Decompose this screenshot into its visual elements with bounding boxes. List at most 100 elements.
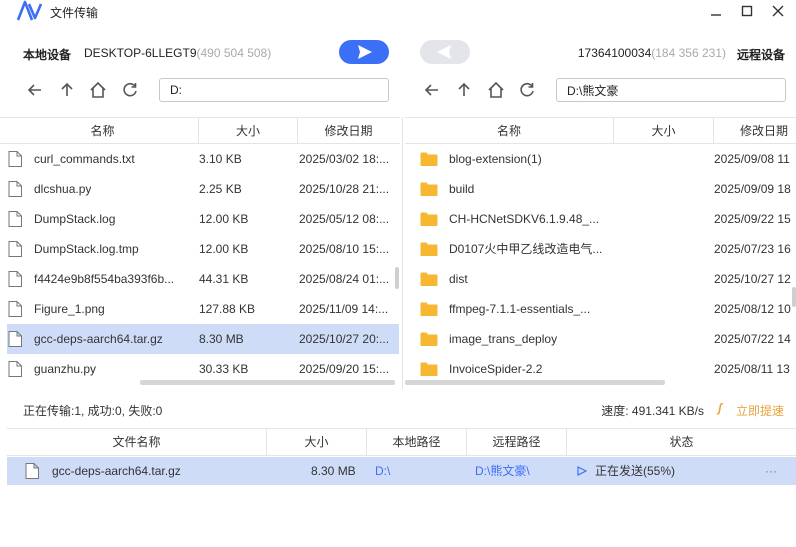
list-item[interactable]: D0107火中甲乙线改造电气... 2025/07/23 16 [405,234,796,264]
list-item[interactable]: Figure_1.png 127.88 KB 2025/11/09 14:... [0,294,400,324]
file-date: 2025/08/24 01:... [299,272,390,286]
local-col-size[interactable]: 大小 [199,118,298,144]
remote-device-label: 远程设备 [736,48,785,62]
title-bar: 文件传输 [0,0,796,26]
list-item[interactable]: ffmpeg-7.1.1-essentials_... 2025/08/12 1… [405,294,796,324]
local-col-date[interactable]: 修改日期 [298,118,399,144]
folder-icon [420,152,438,166]
queue-file-name: gcc-deps-aarch64.tar.gz [52,464,181,478]
remote-refresh-icon[interactable] [517,80,537,100]
file-icon [8,301,22,317]
file-size: 12.00 KB [199,212,249,226]
file-name: f4424e9b8f554ba393f6b... [34,272,175,286]
file-name: dlcshua.py [34,182,92,196]
file-icon [8,361,22,377]
folder-name: image_trans_deploy [449,332,558,346]
remote-back-arrow-icon[interactable] [422,80,442,100]
local-file-table: 名称 大小 修改日期 curl_commands.txt 3.10 KB 202… [0,117,400,387]
remote-table-header: 名称 大小 修改日期 [405,117,796,144]
file-name: gcc-deps-aarch64.tar.gz [34,332,163,346]
file-name: Figure_1.png [34,302,105,316]
folder-icon [420,362,438,376]
file-icon [8,331,22,347]
back-arrow-icon[interactable] [25,80,45,100]
list-item[interactable]: build 2025/09/09 18 [405,174,796,204]
file-date: 2025/03/02 18:... [299,152,390,166]
local-horizontal-scrollbar[interactable] [140,380,395,385]
list-item[interactable]: image_trans_deploy 2025/07/22 14 [405,324,796,354]
remote-col-date[interactable]: 修改日期 [714,118,796,144]
queue-col-size[interactable]: 大小 [267,429,367,456]
folder-icon [420,242,438,256]
send-button[interactable] [339,40,389,64]
local-device-hostname: DESKTOP-6LLEGT9 [84,46,197,60]
window-title: 文件传输 [50,6,99,20]
maximize-icon [741,5,753,17]
receive-arrow-icon [437,45,451,59]
folder-name: dist [449,272,468,286]
file-date: 2025/10/27 20:... [299,332,390,346]
file-icon [8,181,22,197]
table-row[interactable]: gcc-deps-aarch64.tar.gz 8.30 MB D:\ D:\熊… [7,457,796,485]
list-item[interactable]: f4424e9b8f554ba393f6b... 44.31 KB 2025/0… [0,264,400,294]
queue-status: 正在发送(55%) [595,464,676,478]
send-arrow-icon [358,45,372,59]
folder-name: CH-HCNetSDKV6.1.9.48_... [449,212,600,226]
list-item[interactable]: dist 2025/10/27 12 [405,264,796,294]
file-size: 12.00 KB [199,242,249,256]
list-item-selected[interactable]: gcc-deps-aarch64.tar.gz 8.30 MB 2025/10/… [7,324,399,354]
remote-col-size[interactable]: 大小 [614,118,714,144]
folder-icon [420,212,438,226]
folder-name: ffmpeg-7.1.1-essentials_... [449,302,591,316]
close-icon [772,5,784,17]
remote-vertical-scrollbar[interactable] [792,287,796,307]
refresh-icon[interactable] [120,80,140,100]
queue-local-path[interactable]: D:\ [375,457,390,485]
home-icon[interactable] [88,80,108,100]
boost-button[interactable]: 立即提速 [736,402,784,419]
queue-remote-path[interactable]: D:\熊文豪\ [475,457,530,485]
list-item[interactable]: CH-HCNetSDKV6.1.9.48_... 2025/09/22 15 [405,204,796,234]
list-item[interactable]: DumpStack.log 12.00 KB 2025/05/12 08:... [0,204,400,234]
more-options-icon[interactable]: ··· [765,457,777,485]
remote-file-table: 名称 大小 修改日期 blog-extension(1) 2025/09/08 … [405,117,796,387]
local-table-header: 名称 大小 修改日期 [0,117,400,144]
folder-icon [420,302,438,316]
transfer-queue-table: 文件名称 大小 本地路径 远程路径 状态 gcc-deps-aarch64.ta… [7,428,796,488]
remote-horizontal-scrollbar[interactable] [405,380,665,385]
close-button[interactable] [768,2,788,22]
boost-lightning-icon: ʃ [718,401,722,415]
folder-name: build [449,182,475,196]
remote-up-arrow-icon[interactable] [454,80,474,100]
remote-path-input[interactable] [556,78,786,102]
file-icon [25,463,39,479]
list-item[interactable]: curl_commands.txt 3.10 KB 2025/03/02 18:… [0,144,400,174]
maximize-button[interactable] [737,2,757,22]
file-date: 2025/05/12 08:... [299,212,390,226]
local-col-name[interactable]: 名称 [7,118,199,144]
list-item[interactable]: blog-extension(1) 2025/09/08 11 [405,144,796,174]
queue-col-filename[interactable]: 文件名称 [7,429,267,456]
remote-home-icon[interactable] [486,80,506,100]
queue-file-size: 8.30 MB [311,464,356,478]
file-size: 8.30 MB [199,332,244,346]
queue-col-status[interactable]: 状态 [567,429,796,456]
list-item[interactable]: dlcshua.py 2.25 KB 2025/10/28 21:... [0,174,400,204]
file-size: 2.25 KB [199,182,242,196]
local-vertical-scrollbar[interactable] [395,267,399,289]
remote-col-name[interactable]: 名称 [405,118,614,144]
local-path-input[interactable] [159,78,389,102]
send-status-icon [577,466,587,476]
queue-col-remote-path[interactable]: 远程路径 [467,429,567,456]
list-item[interactable]: DumpStack.log.tmp 12.00 KB 2025/08/10 15… [0,234,400,264]
app-logo-icon [16,0,42,21]
local-device-ip: (490 504 508) [196,46,272,60]
transfer-queue-header: 文件名称 大小 本地路径 远程路径 状态 [7,428,796,456]
file-date: 2025/10/28 21:... [299,182,390,196]
queue-col-local-path[interactable]: 本地路径 [367,429,467,456]
receive-button[interactable] [420,40,470,64]
folder-date: 2025/09/09 18 [714,182,791,196]
up-arrow-icon[interactable] [57,80,77,100]
minimize-button[interactable] [706,2,726,22]
pane-divider[interactable] [402,117,403,389]
